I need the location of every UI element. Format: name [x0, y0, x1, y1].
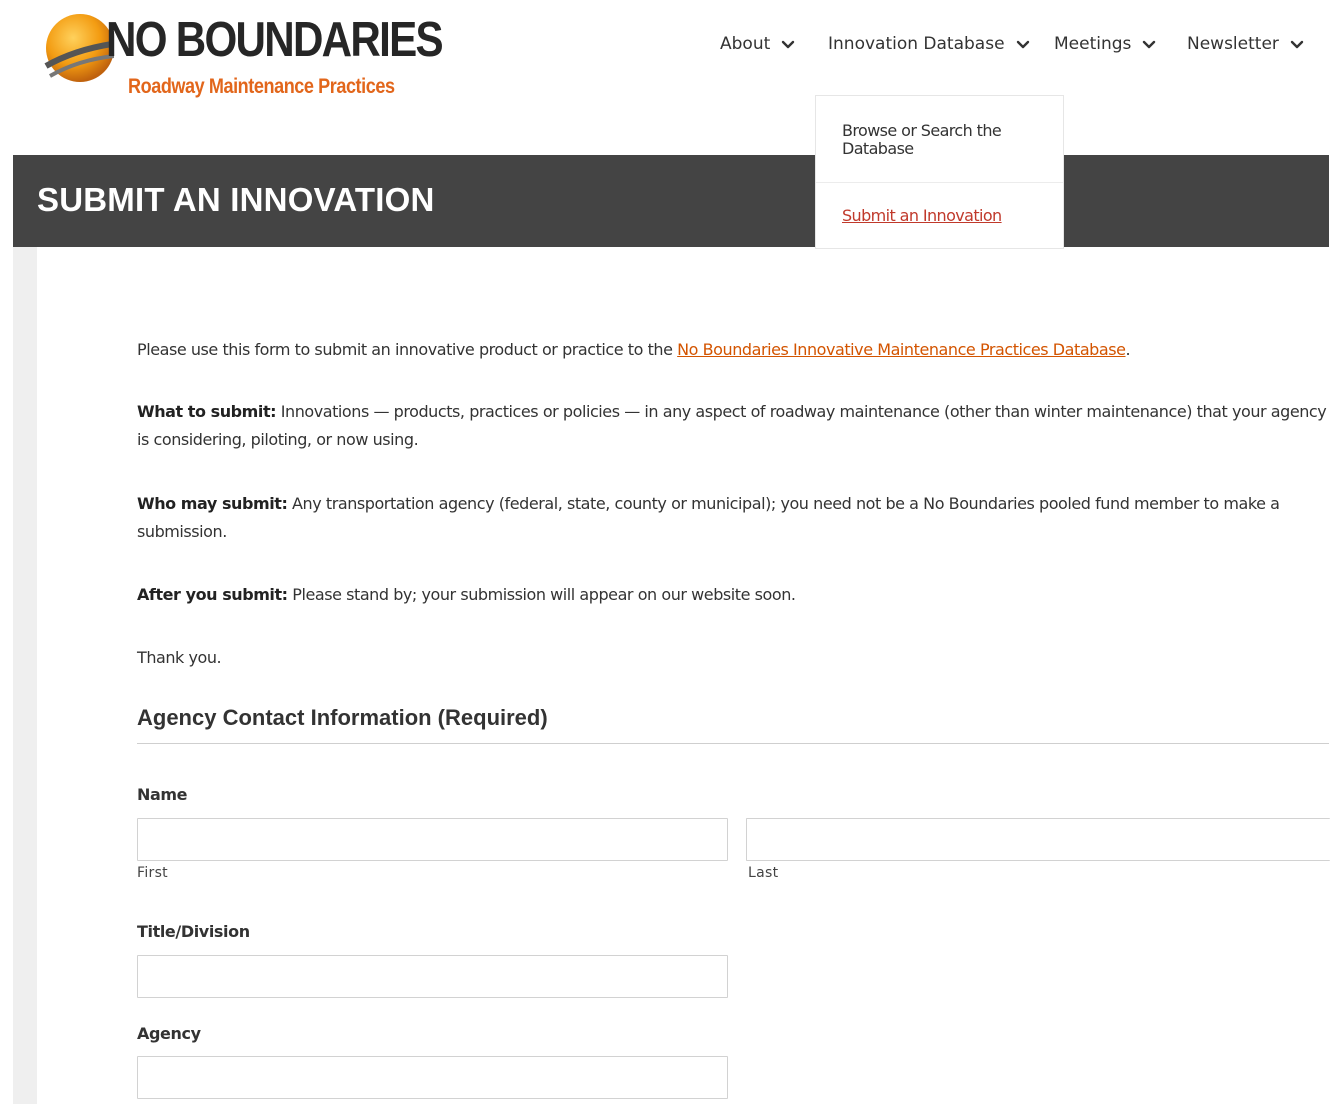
- intro-text: Please use this form to submit an innova…: [137, 340, 678, 359]
- database-link[interactable]: No Boundaries Innovative Maintenance Pra…: [677, 340, 1126, 359]
- innovation-database-dropdown: Browse or Search the Database Submit an …: [815, 95, 1064, 249]
- nav-item-label: Newsletter: [1187, 34, 1279, 54]
- nav-item-newsletter[interactable]: Newsletter: [1187, 34, 1305, 54]
- what-to-submit-label: What to submit:: [137, 402, 277, 421]
- nav-item-label: Meetings: [1054, 34, 1132, 54]
- section-title: Agency Contact Information (Required): [137, 705, 548, 730]
- last-name-sublabel: Last: [748, 865, 779, 881]
- who-may-submit-paragraph: Who may submit: Any transportation agenc…: [137, 490, 1332, 546]
- title-division-label: Title/Division: [137, 922, 250, 941]
- logo-title: NO BOUNDARIES: [106, 13, 444, 67]
- nav-item-label: About: [720, 34, 771, 54]
- chevron-down-icon: [1143, 40, 1156, 49]
- name-label: Name: [137, 785, 188, 804]
- nav-item-innovation-database[interactable]: Innovation Database: [828, 34, 1031, 54]
- thank-you-text: Thank you.: [137, 648, 222, 667]
- dropdown-item-submit-innovation[interactable]: Submit an Innovation: [842, 207, 1002, 225]
- nav-item-about[interactable]: About: [720, 34, 796, 54]
- nav-item-meetings[interactable]: Meetings: [1054, 34, 1157, 54]
- agency-input[interactable]: [137, 1056, 728, 1099]
- dropdown-divider: [816, 182, 1063, 183]
- title-division-input[interactable]: [137, 955, 728, 998]
- dropdown-item-browse-search[interactable]: Browse or Search the Database: [842, 122, 1032, 158]
- what-to-submit-paragraph: What to submit: Innovations — products, …: [137, 398, 1332, 454]
- what-to-submit-text: Innovations — products, practices or pol…: [137, 402, 1327, 449]
- first-name-sublabel: First: [137, 865, 168, 881]
- last-name-input[interactable]: [746, 818, 1330, 861]
- chevron-down-icon: [1016, 40, 1029, 49]
- logo-subtitle: Roadway Maintenance Practices: [128, 75, 395, 98]
- first-name-input[interactable]: [137, 818, 728, 861]
- after-submit-paragraph: After you submit: Please stand by; your …: [137, 581, 1332, 609]
- left-gutter: [13, 247, 37, 1104]
- who-may-submit-text: Any transportation agency (federal, stat…: [137, 494, 1280, 541]
- intro-paragraph: Please use this form to submit an innova…: [137, 336, 1332, 364]
- page-title: SUBMIT AN INNOVATION: [37, 181, 435, 218]
- chevron-down-icon: [1290, 40, 1304, 49]
- intro-text-end: .: [1125, 340, 1131, 359]
- agency-label: Agency: [137, 1024, 201, 1043]
- page-title-banner: SUBMIT AN INNOVATION: [13, 155, 1329, 247]
- section-divider: [137, 743, 1329, 744]
- after-submit-label: After you submit:: [137, 585, 288, 604]
- globe-logo-icon: [44, 14, 114, 82]
- chevron-down-icon: [782, 40, 795, 49]
- after-submit-text: Please stand by; your submission will ap…: [287, 585, 796, 604]
- nav-item-label: Innovation Database: [828, 34, 1005, 54]
- who-may-submit-label: Who may submit:: [137, 494, 288, 513]
- site-logo[interactable]: NO BOUNDARIES Roadway Maintenance Practi…: [44, 6, 444, 98]
